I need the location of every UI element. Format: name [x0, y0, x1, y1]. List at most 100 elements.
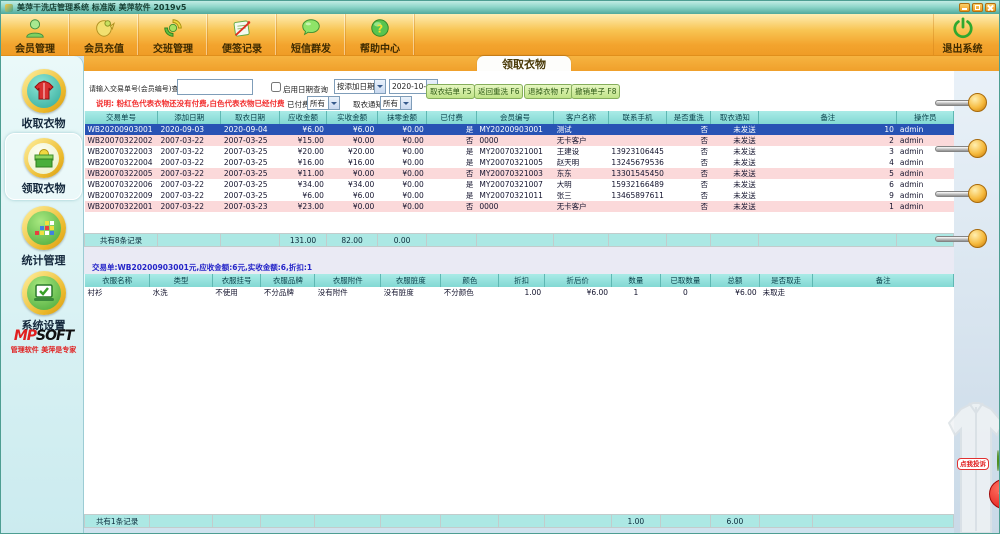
sidebar-item-label: 收取衣物	[22, 115, 66, 131]
shift-icon	[161, 16, 185, 39]
sum-qty: 1.00	[611, 515, 661, 528]
column-header: 衣服挂号	[212, 274, 261, 287]
date-mode-dropdown[interactable]: 按添加日期	[334, 79, 386, 94]
app-window: 美萍干洗店管理系统 标准版 美萍软件 2019v5 会员管理 会员充值 交班管理	[0, 0, 1000, 534]
column-header: 交易单号	[85, 111, 158, 124]
order-row[interactable]: WB20200903001 2020-09-03 2020-09-04 ¥6.0…	[85, 124, 954, 135]
detail-summary-row: 共有1条记录 1.00 6.00	[84, 514, 954, 528]
column-header: 类型	[150, 274, 213, 287]
paid-filter-dropdown[interactable]: 所有	[307, 96, 340, 110]
toolbar-label: 帮助中心	[360, 40, 400, 55]
svg-text:?: ?	[377, 22, 383, 35]
column-header: 衣服脏度	[381, 274, 441, 287]
mascot[interactable]: 点我投诉 92	[957, 451, 1000, 470]
minimize-icon[interactable]	[959, 3, 970, 12]
column-header: 备注	[813, 274, 954, 287]
cancel-order-button[interactable]: 撤销单子 F8	[571, 84, 620, 99]
toolbar-notes-record[interactable]: 便签记录	[208, 14, 277, 55]
settle-pickup-button[interactable]: 取衣结单 F5	[426, 84, 475, 99]
order-row[interactable]: WB20070322002 2007-03-22 2007-03-25 ¥15.…	[85, 135, 954, 146]
sidebar-item-receive-clothes[interactable]: 收取衣物	[1, 69, 86, 131]
order-row[interactable]: WB20070322009 2007-03-22 2007-03-25 ¥6.0…	[85, 190, 954, 201]
column-header: 折扣	[499, 274, 544, 287]
toolbar-shift-management[interactable]: 交班管理	[139, 14, 208, 55]
toolbar-help-center[interactable]: ? 帮助中心	[346, 14, 415, 55]
toolbar-label: 便签记录	[222, 40, 262, 55]
toolbar-label: 交班管理	[153, 40, 193, 55]
toolbar: 会员管理 会员充值 交班管理 便签记录 短信群发	[1, 14, 999, 56]
window-controls	[959, 3, 996, 12]
orders-summary-row: 共有8条记录 131.00 82.00 0.00	[84, 233, 954, 247]
order-row[interactable]: WB20070322003 2007-03-22 2007-03-25 ¥20.…	[85, 146, 954, 157]
rewash-button[interactable]: 返回重洗 F6	[474, 84, 523, 99]
notify-filter-dropdown[interactable]: 所有	[380, 96, 412, 110]
logo-tagline: 管理软件 美萍是专家	[1, 345, 86, 355]
clothes-detail-table: 衣服名称类型衣服挂号衣服品牌衣服附件衣服脏度颜色折扣折后价数量已取数量总额是否取…	[84, 274, 954, 528]
date-query-checkbox[interactable]	[271, 82, 281, 92]
titlebar: 美萍干洗店管理系统 标准版 美萍软件 2019v5	[1, 1, 999, 14]
sms-icon	[299, 16, 323, 39]
tab-retrieve-clothes[interactable]: 领取衣物	[477, 56, 571, 71]
column-header: 数量	[611, 274, 661, 287]
right-strip: 点我投诉 92	[954, 71, 999, 534]
help-icon: ?	[368, 16, 392, 39]
order-row[interactable]: WB20070322006 2007-03-22 2007-03-25 ¥34.…	[85, 179, 954, 190]
toolbar-member-management[interactable]: 会员管理	[1, 14, 70, 55]
sum-rounding: 0.00	[377, 234, 427, 247]
column-header: 应收金额	[279, 111, 327, 124]
recharge-icon	[92, 16, 116, 39]
toolbar-sms-broadcast[interactable]: 短信群发	[277, 14, 346, 55]
sidebar-item-retrieve-clothes[interactable]: 领取衣物	[5, 133, 82, 200]
settings-icon	[22, 271, 66, 315]
column-header: 已付费	[427, 111, 477, 124]
main-content: 请输入交易单号(会员编号)查询 说明: 粉红色代表衣物还没有付费,白色代表衣物已…	[84, 71, 954, 534]
logo-soft: SOFT	[36, 328, 73, 344]
tab-strip: 领取衣物	[84, 56, 999, 71]
statistics-icon	[22, 206, 66, 250]
logo-mp: MP	[14, 328, 36, 344]
sidebar-item-statistics[interactable]: 统计管理	[1, 206, 86, 268]
complaint-bubble[interactable]: 点我投诉	[957, 458, 989, 470]
sum-received: 82.00	[327, 234, 377, 247]
column-header: 抹零金额	[377, 111, 427, 124]
column-header: 取衣日期	[221, 111, 279, 124]
orders-record-count: 共有8条记录	[85, 234, 158, 247]
column-header: 是否取走	[760, 274, 813, 287]
binder-ring	[935, 139, 987, 159]
binder-ring	[935, 93, 987, 113]
window-title: 美萍干洗店管理系统 标准版 美萍软件 2019v5	[17, 2, 186, 13]
date-mode-value: 按添加日期	[335, 81, 374, 92]
app-icon	[5, 4, 13, 12]
order-row[interactable]: WB20070322004 2007-03-22 2007-03-25 ¥16.…	[85, 157, 954, 168]
clothes-row[interactable]: 衬衫 水洗 不使用 不分品牌 没有附件 没有脏度 不分颜色 1.00 ¥6.00	[85, 287, 954, 298]
exit-system-button[interactable]: 退出系统	[933, 14, 991, 55]
power-icon	[951, 16, 975, 39]
toolbar-member-recharge[interactable]: 会员充值	[70, 14, 139, 55]
column-header: 已取数量	[661, 274, 711, 287]
search-input[interactable]	[177, 79, 253, 95]
close-icon[interactable]	[985, 3, 996, 12]
column-header: 会员编号	[476, 111, 553, 124]
detail-header-row: 衣服名称类型衣服挂号衣服品牌衣服附件衣服脏度颜色折扣折后价数量已取数量总额是否取…	[85, 274, 954, 287]
bottom-strip	[84, 528, 954, 534]
column-header: 备注	[759, 111, 897, 124]
notes-icon	[230, 16, 254, 39]
return-clothes-button[interactable]: 退掉衣物 F7	[524, 84, 573, 99]
binder-ring	[935, 184, 987, 204]
sidebar-item-system-settings[interactable]: 系统设置	[1, 271, 86, 333]
maximize-icon[interactable]	[972, 3, 983, 12]
order-row[interactable]: WB20070322005 2007-03-22 2007-03-25 ¥11.…	[85, 168, 954, 179]
mpsoft-logo: MPSOFT 管理软件 美萍是专家	[1, 328, 86, 355]
detail-record-count: 共有1条记录	[85, 515, 150, 528]
binder-ring	[935, 229, 987, 249]
divider	[84, 247, 954, 262]
chevron-down-icon	[374, 80, 385, 93]
column-header: 衣服名称	[85, 274, 150, 287]
order-row[interactable]: WB20070322001 2007-03-22 2007-03-23 ¥23.…	[85, 201, 954, 212]
column-header: 衣服附件	[315, 274, 381, 287]
transaction-info: 交易单:WB20200903001元,应收金额:6元,实收金额:6,折扣:1	[84, 262, 954, 274]
column-header: 取衣通知	[711, 111, 759, 124]
orders-table: 交易单号添加日期取衣日期应收金额实收金额抹零金额已付费会员编号客户名称联系手机是…	[84, 111, 954, 247]
member-icon	[23, 16, 47, 39]
mascot-body	[997, 450, 999, 471]
